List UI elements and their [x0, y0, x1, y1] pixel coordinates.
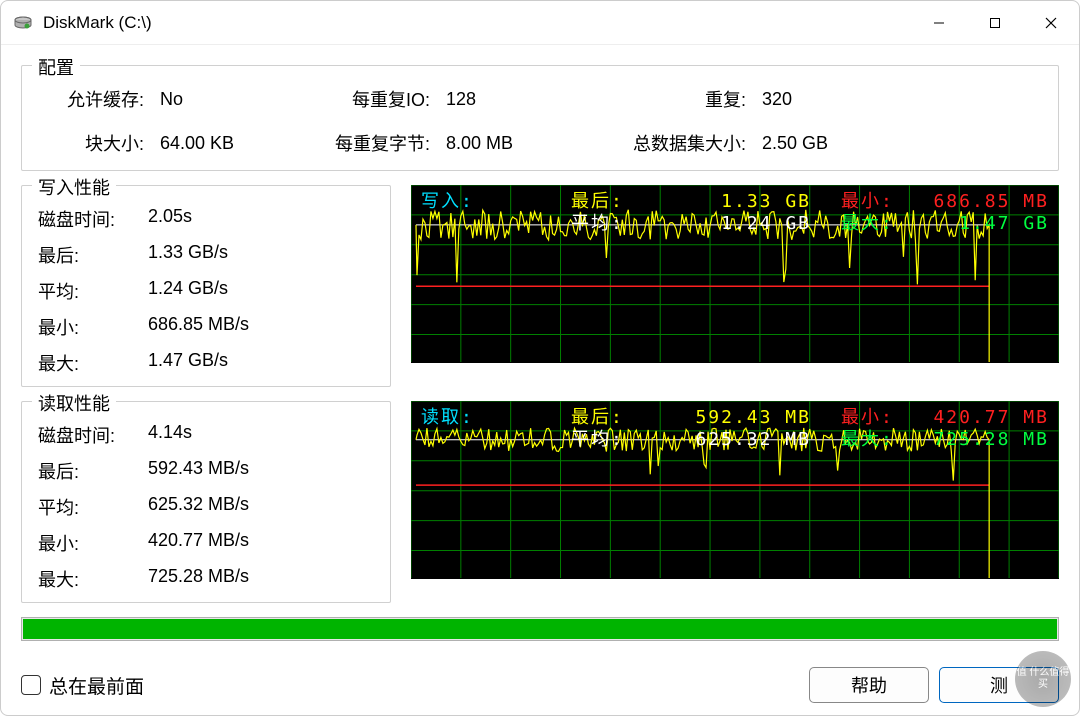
io-per-repeat-label: 每重复IO: [308, 86, 438, 112]
read-min-value: 420.77 MB/s [148, 530, 374, 556]
read-last-label: 最后: [38, 458, 148, 484]
read-min-label: 最小: [38, 530, 148, 556]
read-perf-group: 读取性能 磁盘时间: 4.14s 最后: 592.43 MB/s 平均: 625… [21, 401, 391, 603]
minimize-button[interactable] [911, 1, 967, 45]
write-last-value: 1.33 GB/s [148, 242, 374, 268]
titlebar: DiskMark (C:\) [1, 1, 1079, 45]
read-graph-min-value: 420.77 MB [921, 407, 1049, 429]
write-graph-avg-value: 1.24 GB [641, 213, 811, 235]
read-graph-last-value: 592.43 MB [641, 407, 811, 429]
maximize-button[interactable] [967, 1, 1023, 45]
read-graph-avg-value: 625.32 MB [641, 429, 811, 451]
read-disk-time-label: 磁盘时间: [38, 422, 148, 448]
read-graph-min-label: 最小: [841, 407, 921, 429]
read-avg-label: 平均: [38, 494, 148, 520]
help-button[interactable]: 帮助 [809, 667, 929, 703]
read-disk-time-value: 4.14s [148, 422, 374, 448]
write-perf-group: 写入性能 磁盘时间: 2.05s 最后: 1.33 GB/s 平均: 1.24 … [21, 185, 391, 387]
read-graph-max-value: 725.28 MB [921, 429, 1049, 451]
config-group: 配置 允许缓存: No 每重复IO: 128 重复: 320 块大小: 64.0… [21, 65, 1059, 171]
window-controls [911, 1, 1079, 45]
block-size-label: 块大小: [42, 130, 152, 156]
read-max-value: 725.28 MB/s [148, 566, 374, 592]
write-graph-last-value: 1.33 GB [641, 191, 811, 213]
bytes-per-repeat-label: 每重复字节: [308, 130, 438, 156]
write-disk-time-value: 2.05s [148, 206, 374, 232]
write-disk-time-label: 磁盘时间: [38, 206, 148, 232]
bytes-per-repeat-value: 8.00 MB [446, 133, 566, 154]
write-graph-avg-label: 平均: [571, 213, 641, 235]
always-on-top-checkbox[interactable]: 总在最前面 [21, 672, 144, 699]
progress-fill [23, 619, 1057, 639]
read-max-label: 最大: [38, 566, 148, 592]
write-graph-min-label: 最小: [841, 191, 921, 213]
read-graph-avg-label: 平均: [571, 429, 641, 451]
write-min-label: 最小: [38, 314, 148, 340]
always-on-top-label: 总在最前面 [49, 672, 144, 699]
read-graph-max-label: 最大: [841, 429, 921, 451]
write-graph-last-label: 最后: [571, 191, 641, 213]
read-graph: 读取: 最后: 592.43 MB 最小: 420.77 MB 平均: 625.… [411, 401, 1059, 579]
write-graph: 写入: 最后: 1.33 GB 最小: 686.85 MB 平均: 1.24 G… [411, 185, 1059, 363]
read-graph-last-label: 最后: [571, 407, 641, 429]
checkbox-icon [21, 675, 41, 695]
write-max-value: 1.47 GB/s [148, 350, 374, 376]
write-graph-title: 写入: [421, 191, 571, 213]
dataset-size-label: 总数据集大小: [574, 130, 754, 156]
window-title: DiskMark (C:\) [43, 13, 152, 33]
write-max-label: 最大: [38, 350, 148, 376]
write-perf-legend: 写入性能 [32, 174, 116, 200]
read-avg-value: 625.32 MB/s [148, 494, 374, 520]
write-graph-max-value: 1.47 GB [921, 213, 1049, 235]
allow-cache-value: No [160, 89, 300, 110]
write-avg-label: 平均: [38, 278, 148, 304]
repeat-value: 320 [762, 89, 872, 110]
allow-cache-label: 允许缓存: [42, 86, 152, 112]
write-min-value: 686.85 MB/s [148, 314, 374, 340]
read-last-value: 592.43 MB/s [148, 458, 374, 484]
config-legend: 配置 [32, 54, 80, 80]
write-last-label: 最后: [38, 242, 148, 268]
app-icon [13, 13, 33, 33]
read-graph-title: 读取: [421, 407, 571, 429]
test-button[interactable]: 测 [939, 667, 1059, 703]
read-perf-legend: 读取性能 [32, 390, 116, 416]
block-size-value: 64.00 KB [160, 133, 300, 154]
io-per-repeat-value: 128 [446, 89, 566, 110]
close-button[interactable] [1023, 1, 1079, 45]
write-avg-value: 1.24 GB/s [148, 278, 374, 304]
progress-bar [21, 617, 1059, 641]
write-graph-min-value: 686.85 MB [921, 191, 1049, 213]
write-graph-max-label: 最大: [841, 213, 921, 235]
dataset-size-value: 2.50 GB [762, 133, 872, 154]
repeat-label: 重复: [574, 86, 754, 112]
